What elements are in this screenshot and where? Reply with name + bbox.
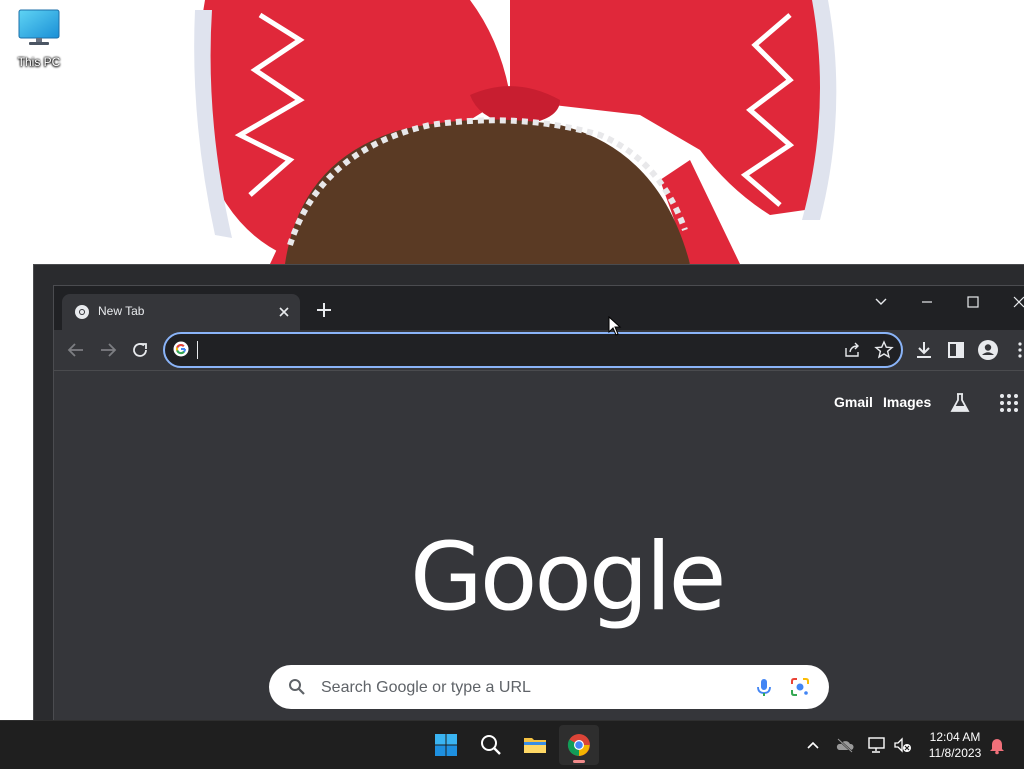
tab-strip: New Tab bbox=[54, 286, 1024, 330]
taskbar: 12:04 AM 11/8/2023 bbox=[0, 720, 1024, 769]
volume-muted-icon[interactable] bbox=[893, 735, 913, 755]
close-window-icon[interactable] bbox=[1001, 290, 1024, 314]
browser-toolbar bbox=[54, 330, 1024, 371]
side-panel-icon[interactable] bbox=[944, 338, 968, 362]
start-button[interactable] bbox=[426, 725, 466, 765]
chevron-up-icon[interactable] bbox=[803, 735, 823, 755]
labs-flask-icon[interactable] bbox=[948, 391, 972, 415]
google-logo: Google bbox=[410, 523, 726, 632]
new-tab-page: Gmail Images Google bbox=[54, 371, 1024, 726]
bookmark-star-icon[interactable] bbox=[873, 339, 895, 361]
tab-new-tab[interactable]: New Tab bbox=[62, 294, 300, 330]
tab-title: New Tab bbox=[98, 304, 145, 318]
reload-icon[interactable] bbox=[128, 338, 152, 362]
ntp-search-input[interactable] bbox=[319, 676, 743, 700]
folder-icon bbox=[524, 738, 546, 753]
minimize-icon[interactable] bbox=[909, 290, 945, 314]
desktop-icon-this-pc[interactable]: This PC bbox=[8, 8, 70, 69]
desktop-icon-label: This PC bbox=[17, 55, 61, 69]
microphone-icon[interactable] bbox=[753, 676, 775, 698]
file-explorer-button[interactable] bbox=[515, 725, 555, 765]
back-arrow-icon[interactable] bbox=[64, 338, 88, 362]
search-icon bbox=[481, 735, 501, 755]
profile-avatar-icon[interactable] bbox=[976, 338, 1000, 362]
clock-date: 11/8/2023 bbox=[928, 746, 982, 760]
mouse-cursor-icon bbox=[608, 316, 622, 336]
monitor-icon bbox=[18, 9, 60, 45]
address-bar[interactable] bbox=[163, 332, 903, 368]
taskbar-search-button[interactable] bbox=[471, 725, 511, 765]
google-g-icon bbox=[173, 341, 189, 357]
new-tab-button[interactable] bbox=[312, 298, 336, 322]
chrome-icon bbox=[567, 734, 590, 756]
menu-kebab-icon[interactable] bbox=[1008, 338, 1024, 362]
chrome-icon bbox=[75, 305, 89, 319]
text-caret bbox=[197, 341, 198, 359]
address-input[interactable] bbox=[197, 339, 801, 363]
onedrive-cloud-icon[interactable] bbox=[835, 735, 855, 755]
clock-time: 12:04 AM bbox=[929, 730, 981, 744]
share-icon[interactable] bbox=[841, 339, 863, 361]
tab-search-icon[interactable] bbox=[863, 290, 899, 314]
system-clock[interactable]: 12:04 AM 11/8/2023 bbox=[916, 729, 994, 761]
notification-bell-icon[interactable] bbox=[987, 735, 1007, 755]
active-app-indicator bbox=[573, 760, 585, 763]
gmail-link[interactable]: Gmail bbox=[834, 394, 873, 410]
maximize-icon[interactable] bbox=[955, 290, 991, 314]
close-tab-icon[interactable] bbox=[274, 302, 294, 322]
images-link[interactable]: Images bbox=[883, 394, 931, 410]
download-icon[interactable] bbox=[912, 338, 936, 362]
search-icon bbox=[289, 679, 305, 695]
windows-start-icon bbox=[435, 734, 457, 756]
apps-grid-icon[interactable] bbox=[997, 391, 1021, 415]
google-lens-icon[interactable] bbox=[789, 676, 811, 698]
chrome-taskbar-button[interactable] bbox=[559, 725, 599, 765]
forward-arrow-icon[interactable] bbox=[96, 338, 120, 362]
network-icon[interactable] bbox=[867, 735, 887, 755]
ntp-search-box[interactable] bbox=[269, 665, 829, 709]
chrome-window[interactable]: New Tab Gmail Images Google Search Googl… bbox=[53, 285, 1024, 726]
